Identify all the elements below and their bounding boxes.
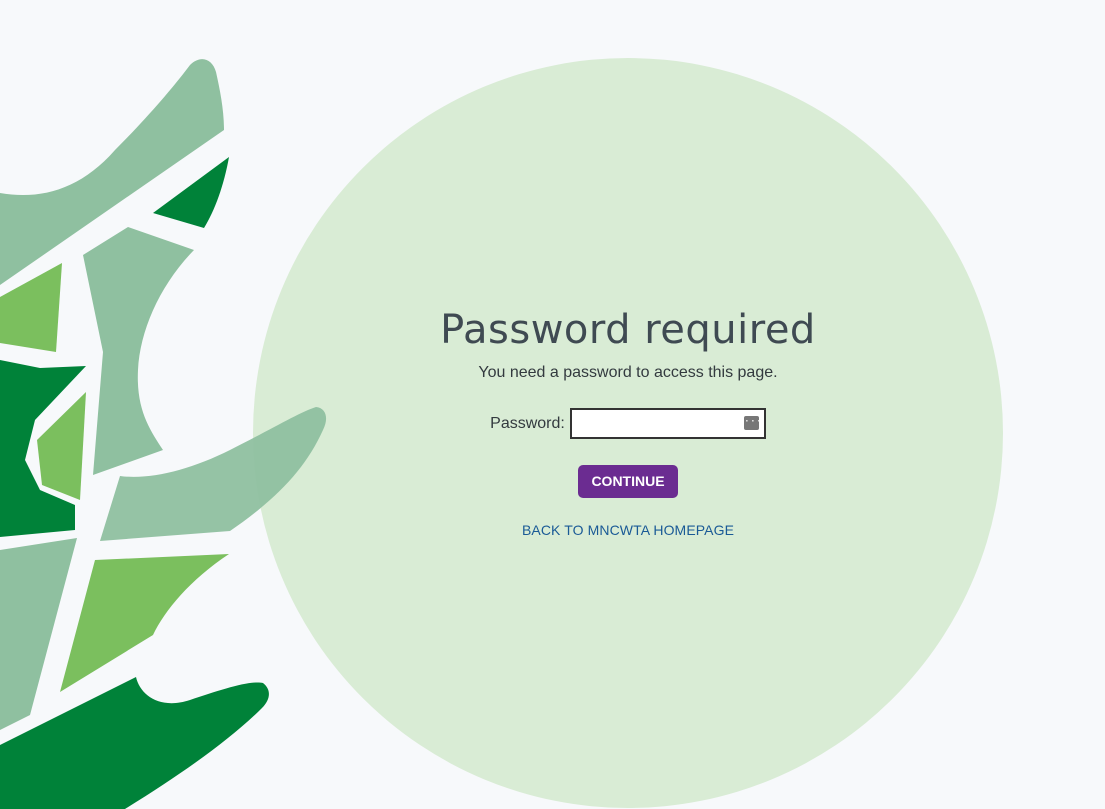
back-to-homepage-link[interactable]: BACK TO MNCWTA HOMEPAGE	[253, 522, 1003, 538]
page: Password required You need a password to…	[0, 0, 1105, 809]
password-input[interactable]	[581, 410, 754, 437]
password-field-wrapper[interactable]: ···	[569, 408, 766, 439]
page-title: Password required	[440, 307, 816, 353]
password-manager-key-icon[interactable]: ···	[743, 416, 762, 430]
page-subtitle: You need a password to access this page.	[478, 364, 778, 381]
password-panel: Password required You need a password to…	[253, 300, 1003, 538]
continue-button[interactable]: CONTINUE	[578, 465, 678, 498]
password-row: Password: ···	[253, 408, 1003, 439]
password-label: Password:	[490, 414, 565, 432]
